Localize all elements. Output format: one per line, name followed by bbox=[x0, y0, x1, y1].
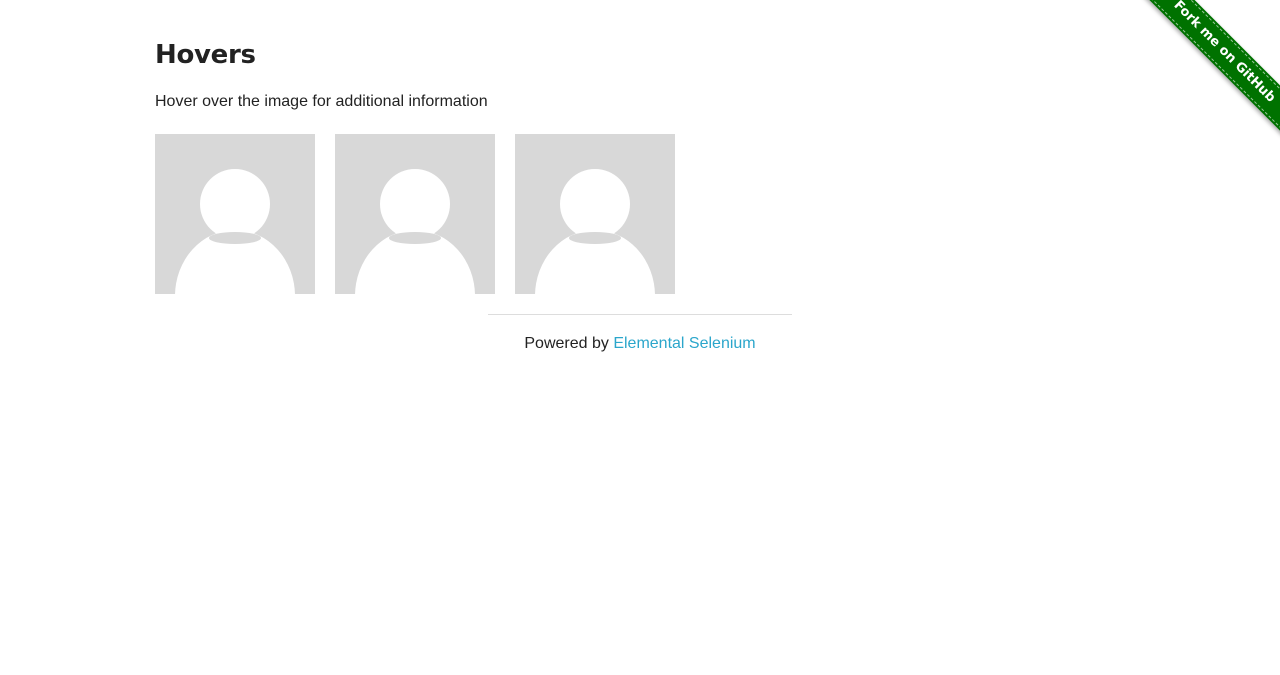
user-avatar-icon bbox=[175, 169, 295, 294]
figure-list bbox=[155, 134, 675, 294]
page: Hovers Hover over the image for addition… bbox=[0, 0, 1280, 675]
user-avatar-icon bbox=[355, 169, 475, 294]
page-instructions: Hover over the image for additional info… bbox=[155, 93, 488, 110]
user-figure-2[interactable] bbox=[335, 134, 495, 294]
user-figure-1[interactable] bbox=[155, 134, 315, 294]
user-avatar-icon bbox=[535, 169, 655, 294]
elemental-selenium-link[interactable]: Elemental Selenium bbox=[613, 335, 755, 352]
user-figure-3[interactable] bbox=[515, 134, 675, 294]
fork-me-on-github-ribbon[interactable]: Fork me on GitHub bbox=[1143, 0, 1280, 133]
powered-by-label: Powered by bbox=[524, 335, 609, 352]
powered-by-line: Powered by Elemental Selenium bbox=[488, 334, 792, 354]
page-title: Hovers bbox=[155, 40, 256, 70]
github-ribbon-container: Fork me on GitHub bbox=[1130, 0, 1280, 150]
page-footer: Powered by Elemental Selenium bbox=[488, 314, 792, 354]
